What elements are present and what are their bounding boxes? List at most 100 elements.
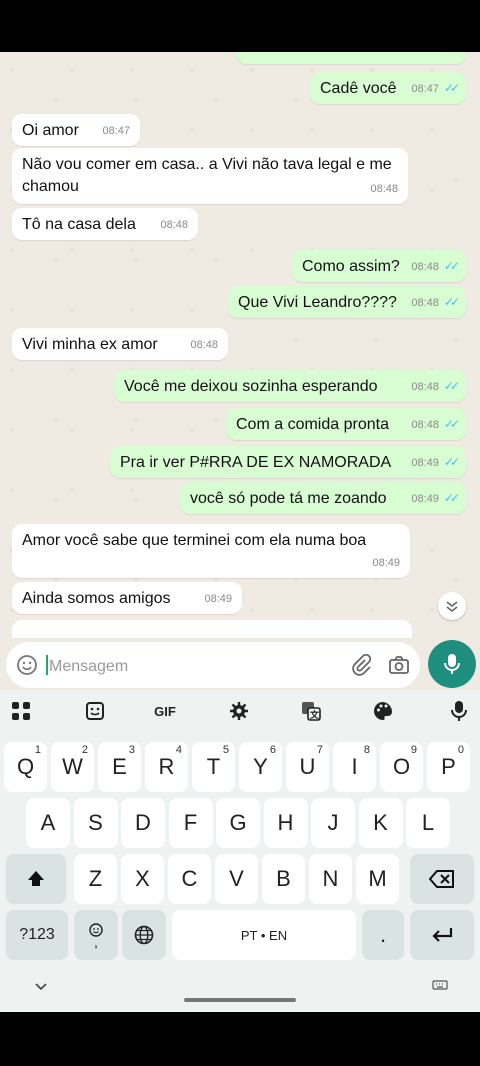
emoji-key[interactable]: ,: [74, 910, 118, 960]
message-bubble-partial[interactable]: [12, 620, 412, 638]
home-gesture-pill[interactable]: [184, 998, 296, 1002]
attach-icon[interactable]: [350, 654, 372, 676]
keyboard-mic-icon[interactable]: [444, 698, 474, 724]
key-t[interactable]: T5: [192, 742, 235, 792]
key-hint: 9: [410, 744, 417, 756]
key-label: J: [327, 810, 339, 835]
keyboard-switch-icon[interactable]: [432, 980, 448, 992]
key-hint: 0: [457, 744, 464, 756]
shift-icon: [28, 871, 44, 886]
message-placeholder: Mensagem: [46, 655, 128, 676]
sent-message[interactable]: Como assim? 08:48 ✓✓: [292, 250, 466, 282]
key-f[interactable]: F: [168, 798, 213, 848]
apps-icon[interactable]: [6, 698, 36, 724]
key-k[interactable]: K: [358, 798, 403, 848]
received-message[interactable]: Vivi minha ex amor 08:48: [12, 328, 228, 360]
sent-message[interactable]: você só pode tá me zoando 08:49 ✓✓: [180, 482, 466, 514]
message-text: Pra ir ver P#RRA DE EX NAMORADA: [120, 454, 392, 471]
key-u[interactable]: U7: [286, 742, 329, 792]
key-p[interactable]: P0: [427, 742, 470, 792]
message-time: 08:49: [411, 493, 439, 505]
key-i[interactable]: I8: [333, 742, 376, 792]
key-y[interactable]: Y6: [239, 742, 282, 792]
read-receipt-icon: ✓✓: [443, 81, 460, 95]
key-v[interactable]: V: [215, 854, 258, 904]
key-label: Y: [253, 754, 268, 779]
enter-key[interactable]: [410, 910, 474, 960]
received-message[interactable]: Amor você sabe que terminei com ela numa…: [12, 524, 410, 578]
message-time: 08:48: [190, 339, 218, 351]
key-label: C: [181, 866, 198, 891]
received-message[interactable]: Ainda somos amigos 08:49: [12, 582, 242, 614]
key-x[interactable]: X: [121, 854, 164, 904]
scroll-down-button[interactable]: [438, 592, 466, 620]
message-input[interactable]: Mensagem: [6, 642, 420, 688]
key-label: Q: [16, 754, 35, 779]
bottom-bezel: [0, 1012, 480, 1066]
voice-record-button[interactable]: [428, 640, 476, 688]
key-q[interactable]: Q1: [4, 742, 47, 792]
gif-button[interactable]: GIF: [150, 698, 180, 724]
key-label: S: [88, 810, 103, 835]
key-a[interactable]: A: [26, 798, 70, 848]
camera-icon[interactable]: [388, 654, 410, 676]
palette-icon[interactable]: [368, 698, 398, 724]
read-receipt-icon: ✓✓: [443, 379, 460, 393]
message-text: Amor você sabe que terminei com ela numa…: [22, 532, 367, 549]
key-r[interactable]: R4: [145, 742, 188, 792]
key-n[interactable]: N: [309, 854, 352, 904]
message-time: 08:48: [411, 419, 439, 431]
key-d[interactable]: D: [121, 798, 165, 848]
key-label: Z: [88, 866, 103, 891]
emoji-icon[interactable]: [16, 654, 38, 676]
sent-message[interactable]: Pra ir ver P#RRA DE EX NAMORADA 08:49 ✓✓: [110, 446, 466, 478]
read-receipt-icon: ✓✓: [443, 455, 460, 469]
period-key[interactable]: .: [362, 910, 404, 960]
key-label: T: [206, 754, 221, 779]
key-hint: 5: [222, 744, 229, 756]
key-o[interactable]: O9: [380, 742, 423, 792]
double-chevron-down-icon: [446, 601, 458, 613]
message-time: 08:48: [411, 381, 439, 393]
key-label: G: [229, 810, 247, 835]
gear-icon[interactable]: [224, 698, 254, 724]
received-message[interactable]: Não vou comer em casa.. a Vivi não tava …: [12, 148, 408, 204]
received-message[interactable]: Tô na casa dela 08:48: [12, 208, 198, 240]
key-s[interactable]: S: [73, 798, 118, 848]
key-label: L: [421, 810, 435, 835]
symbols-key[interactable]: ?123: [6, 910, 68, 960]
key-l[interactable]: L: [406, 798, 450, 848]
key-h[interactable]: H: [263, 798, 308, 848]
key-w[interactable]: W2: [51, 742, 94, 792]
key-b[interactable]: B: [262, 854, 305, 904]
shift-key[interactable]: [6, 854, 66, 904]
key-z[interactable]: Z: [74, 854, 117, 904]
sent-message[interactable]: Com a comida pronta 08:48 ✓✓: [226, 408, 466, 440]
message-meta: 08:47 ✓✓: [411, 77, 460, 100]
svg-text:文: 文: [309, 709, 320, 721]
language-key[interactable]: [122, 910, 166, 960]
message-bubble-partial[interactable]: [236, 52, 466, 64]
sent-message[interactable]: Que Vivi Leandro???? 08:48 ✓✓: [228, 286, 466, 318]
chat-area[interactable]: Cadê você 08:47 ✓✓ Oi amor 08:47 Não vou come…: [0, 52, 480, 638]
message-time: 08:48: [160, 219, 188, 231]
sticker-icon[interactable]: [80, 698, 110, 724]
key-j[interactable]: J: [311, 798, 355, 848]
sent-message[interactable]: Cadê você 08:47 ✓✓: [310, 72, 466, 104]
message-text: Oi amor: [22, 122, 79, 139]
sent-message[interactable]: Você me deixou sozinha esperando 08:48 ✓✓: [114, 370, 466, 402]
key-g[interactable]: G: [216, 798, 260, 848]
translate-icon[interactable]: 文: [296, 698, 326, 724]
key-e[interactable]: E3: [98, 742, 141, 792]
backspace-key[interactable]: [410, 854, 474, 904]
read-receipt-icon: ✓✓: [443, 259, 460, 273]
key-hint: 4: [175, 744, 182, 756]
message-meta: 08:47: [102, 120, 130, 142]
space-key[interactable]: PT • EN: [172, 910, 356, 960]
hide-keyboard-icon[interactable]: [34, 982, 48, 992]
key-m[interactable]: M: [356, 854, 399, 904]
received-message[interactable]: Oi amor 08:47: [12, 114, 140, 146]
message-text: Cadê você: [320, 80, 397, 97]
key-label: N: [322, 866, 339, 891]
key-c[interactable]: C: [168, 854, 211, 904]
